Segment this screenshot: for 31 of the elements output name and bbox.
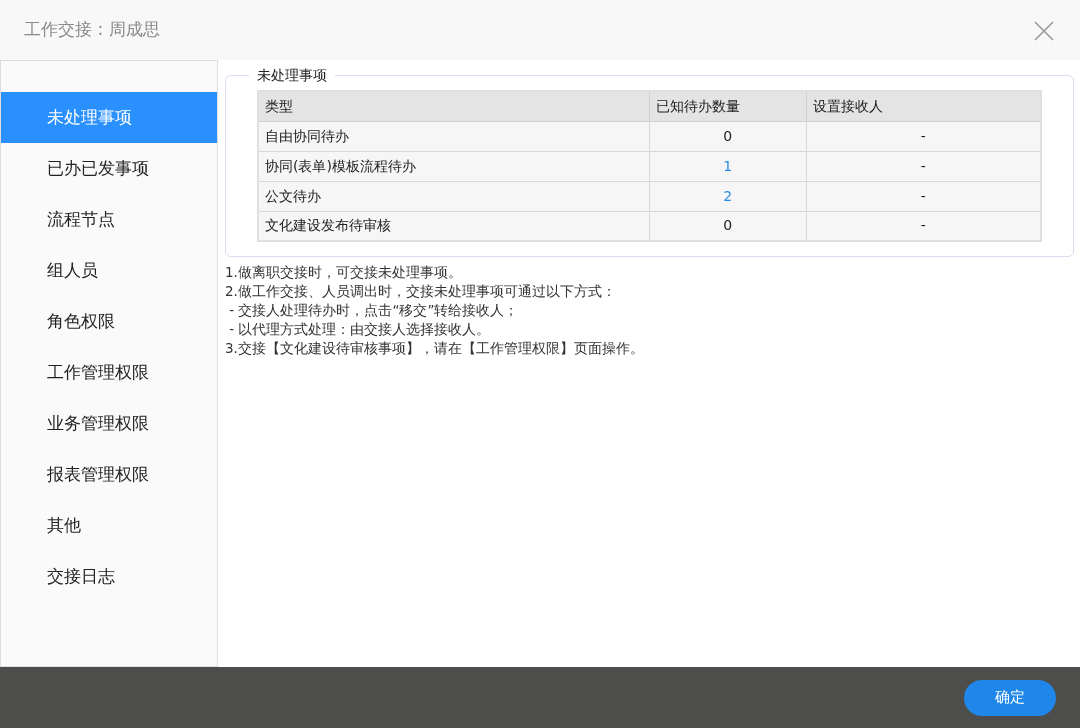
table-cell: -: [806, 121, 1041, 151]
column-header: 类型: [258, 91, 650, 121]
sidebar-item[interactable]: 业务管理权限: [1, 398, 217, 449]
sidebar-item[interactable]: 已办已发事项: [1, 143, 217, 194]
table-cell: -: [806, 151, 1041, 181]
note-line: - 以代理方式处理：由交接人选择接收人。: [228, 320, 492, 339]
section-title: 未处理事项: [256, 68, 328, 82]
sidebar-item[interactable]: 角色权限: [1, 296, 217, 347]
confirm-button[interactable]: 确定: [964, 679, 1056, 716]
note-line: 2.做工作交接、人员调出时，交接未处理事项可通过以下方式：: [225, 282, 617, 301]
sidebar-item[interactable]: 其他: [1, 500, 217, 551]
table-cell: 公文待办: [258, 181, 650, 211]
table-cell: -: [806, 211, 1041, 241]
sidebar-item[interactable]: 工作管理权限: [1, 347, 217, 398]
sidebar-item[interactable]: 交接日志: [1, 551, 217, 602]
close-icon[interactable]: [1032, 18, 1056, 42]
table-cell: -: [806, 181, 1041, 211]
sidebar-item[interactable]: 报表管理权限: [1, 449, 217, 500]
note-line: 1.做离职交接时，可交接未处理事项。: [225, 263, 463, 282]
column-header: 设置接收人: [806, 91, 1041, 121]
note-line: - 交接人处理待办时，点击“移交”转给接收人；: [228, 301, 520, 320]
sidebar-item[interactable]: 组人员: [1, 245, 217, 296]
window-title: 工作交接 : 周成思: [24, 18, 160, 42]
table-cell: 0: [649, 121, 807, 151]
table-cell: 文化建设发布待审核: [258, 211, 650, 241]
note-line: 3.交接【文化建设待审核事项】，请在【工作管理权限】页面操作。: [225, 339, 645, 358]
table-cell: 0: [649, 211, 807, 241]
column-header: 已知待办数量: [649, 91, 807, 121]
table-cell: 自由协同待办: [258, 121, 650, 151]
sidebar-item[interactable]: 流程节点: [1, 194, 217, 245]
table-cell: 协同(表单)模板流程待办: [258, 151, 650, 181]
